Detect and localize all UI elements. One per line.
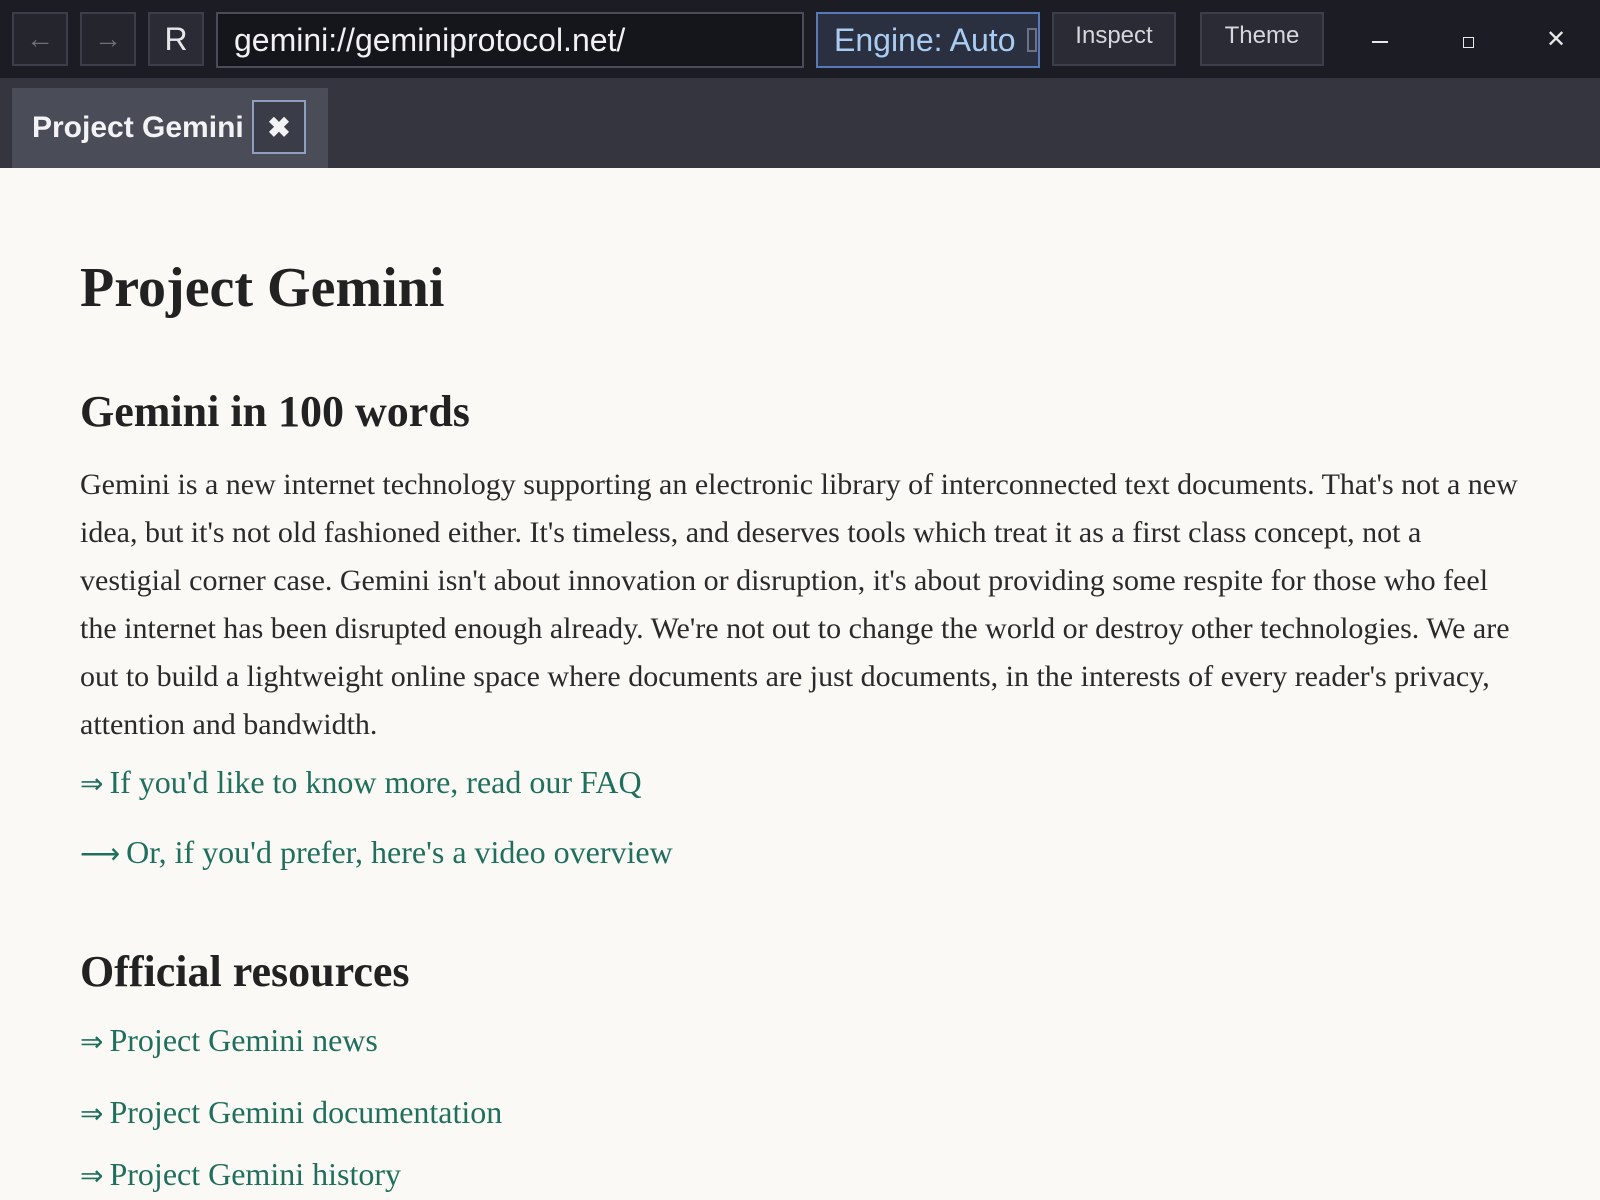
tab-bar: Project Gemini ✖	[0, 78, 1600, 168]
video-overview-link[interactable]: ⟶ Or, if you'd prefer, here's a video ove…	[80, 834, 673, 871]
history-link[interactable]: ⇒ Project Gemini history	[80, 1156, 401, 1193]
close-icon: ✕	[1545, 25, 1567, 53]
engine-select-label: Engine: Auto	[834, 21, 1016, 58]
close-window-button[interactable]: ✕	[1526, 14, 1586, 64]
close-tab-icon: ✖	[267, 111, 291, 143]
double-arrow-icon: ⇒	[80, 769, 104, 800]
double-arrow-icon: ⇒	[80, 1099, 104, 1130]
theme-button[interactable]: Theme	[1200, 12, 1324, 66]
tab-label: Project Gemini	[32, 111, 244, 144]
section-heading: Gemini in 100 words	[80, 387, 470, 436]
faq-link[interactable]: ⇒ If you'd like to know more, read our FA…	[80, 764, 642, 801]
back-button[interactable]: ←	[12, 12, 68, 66]
engine-select[interactable]: Engine: Auto	[816, 12, 1040, 68]
forward-button[interactable]: →	[80, 12, 136, 66]
tab-close-button[interactable]: ✖	[252, 100, 306, 154]
address-bar-value: gemini://geminiprotocol.net/	[234, 21, 626, 58]
maximize-icon	[1462, 36, 1474, 48]
link-text: If you'd like to know more, read our FAQ	[109, 764, 642, 800]
page-title: Project Gemini	[80, 257, 445, 319]
tab-project-gemini[interactable]: Project Gemini ✖	[12, 88, 328, 168]
browser-toolbar: ← → R gemini://geminiprotocol.net/ Engin…	[0, 0, 1600, 78]
link-text: Or, if you'd prefer, here's a video over…	[126, 834, 673, 870]
address-bar[interactable]: gemini://geminiprotocol.net/	[216, 12, 804, 68]
documentation-link[interactable]: ⇒ Project Gemini documentation	[80, 1094, 502, 1131]
inspect-button[interactable]: Inspect	[1052, 12, 1176, 66]
inspect-button-label: Inspect	[1075, 22, 1153, 49]
arrow-left-icon: ←	[26, 23, 54, 54]
arrow-right-icon: →	[94, 23, 122, 54]
news-link[interactable]: ⇒ Project Gemini news	[80, 1022, 378, 1059]
double-arrow-icon: ⇒	[80, 1161, 104, 1192]
link-text: Project Gemini documentation	[109, 1094, 503, 1130]
reload-label: R	[164, 20, 188, 57]
long-arrow-icon: ⟶	[80, 839, 121, 870]
reload-button[interactable]: R	[148, 12, 204, 66]
theme-button-label: Theme	[1224, 22, 1300, 49]
link-text: Project Gemini news	[109, 1022, 378, 1058]
minimize-window-button[interactable]	[1350, 14, 1410, 64]
double-arrow-icon: ⇒	[80, 1027, 104, 1058]
dropdown-caret-icon	[1027, 28, 1038, 52]
section-heading: Official resources	[80, 947, 410, 996]
intro-paragraph: Gemini is a new internet technology supp…	[80, 468, 1518, 741]
minimize-icon	[1372, 41, 1388, 43]
maximize-window-button[interactable]	[1438, 14, 1498, 64]
link-text: Project Gemini history	[109, 1156, 401, 1192]
